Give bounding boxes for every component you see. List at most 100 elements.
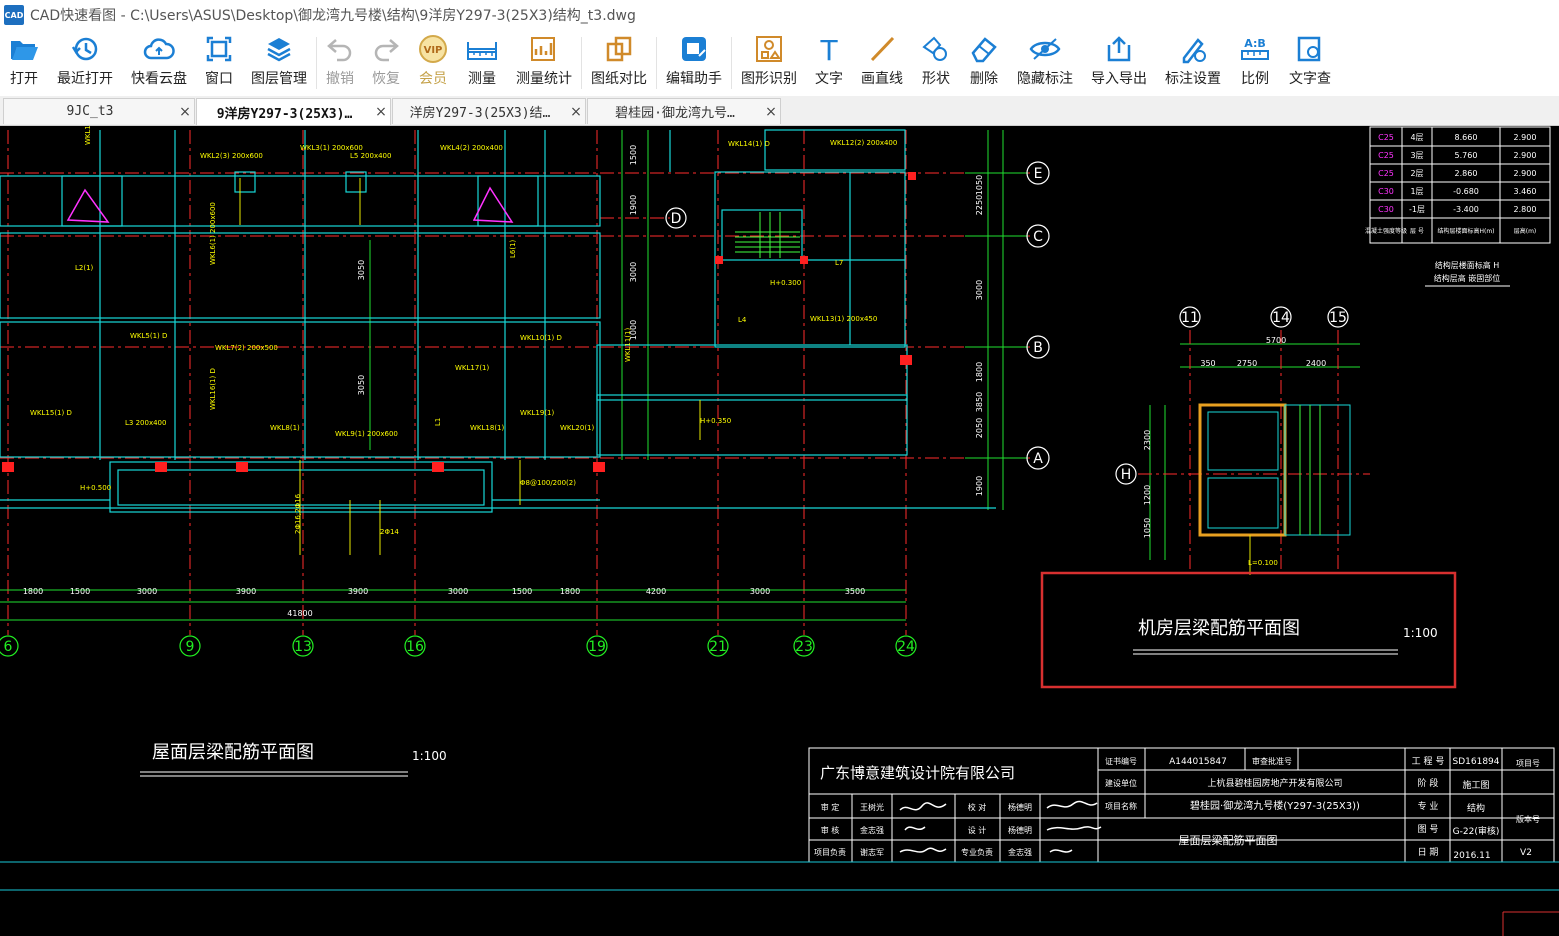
edit-assistant-icon bbox=[682, 37, 706, 61]
redo-label: 恢复 bbox=[372, 71, 400, 87]
axis-bubble-label: 19 bbox=[588, 639, 606, 655]
level-table-cell: 2.860 bbox=[1455, 169, 1478, 178]
beam-label: WKL20(1) bbox=[560, 424, 595, 432]
eraser-icon bbox=[971, 37, 997, 63]
dimension-text: 1050 bbox=[975, 175, 984, 195]
text-tool-button[interactable]: T 文字 bbox=[806, 30, 852, 96]
beam-label: H+0.350 bbox=[700, 417, 731, 425]
shape-recognize-button[interactable]: 图形识别 bbox=[732, 30, 806, 96]
shape-recognize-label: 图形识别 bbox=[741, 71, 797, 87]
beam-label: L6(1) bbox=[509, 239, 517, 258]
beam-label: WKL9(1) 200x600 bbox=[335, 430, 398, 438]
title-block-role: 谢志军 bbox=[860, 847, 884, 857]
layer-manage-label: 图层管理 bbox=[251, 71, 307, 87]
tab-9yangfang[interactable]: 9洋房Y297-3(25X3)… × bbox=[196, 98, 391, 125]
beam-label: L5 200x400 bbox=[350, 152, 391, 160]
dimension-text: 1500 bbox=[512, 587, 532, 596]
axis-bubble-label: A bbox=[1033, 451, 1043, 467]
title-block-label: 图 号 bbox=[1418, 824, 1439, 835]
recent-open-button[interactable]: 最近打开 bbox=[48, 30, 122, 96]
layer-manage-button[interactable]: 图层管理 bbox=[242, 30, 316, 96]
measure-button[interactable]: 测量 bbox=[457, 30, 507, 96]
title-block-label: 阶 段 bbox=[1418, 777, 1439, 789]
measure-label: 测量 bbox=[468, 71, 496, 87]
beam-label: WKL6(1) 200x600 bbox=[209, 202, 217, 265]
shape-tool-label: 形状 bbox=[922, 71, 950, 87]
title-block-role: 专业负责 bbox=[961, 847, 993, 857]
close-icon[interactable]: × bbox=[176, 104, 194, 120]
text-search-button[interactable]: 文字查 bbox=[1280, 30, 1340, 96]
sheet-corner-mark bbox=[1502, 911, 1559, 936]
title-block-value: A144015847 bbox=[1169, 757, 1227, 767]
window-title: CAD快速看图 - C:\Users\ASUS\Desktop\御龙湾九号楼\结… bbox=[30, 8, 636, 24]
text-icon: T bbox=[819, 34, 838, 64]
import-export-button[interactable]: 导入导出 bbox=[1082, 30, 1156, 96]
tab-9jc[interactable]: 9JC_t3 × bbox=[3, 98, 195, 124]
beam-label: 2Φ16;2Φ16 bbox=[294, 493, 302, 534]
annotation-settings-button[interactable]: 标注设置 bbox=[1156, 30, 1230, 96]
scale-button[interactable]: A:B 比例 bbox=[1230, 30, 1280, 96]
edit-assistant-button[interactable]: 编辑助手 bbox=[657, 30, 731, 96]
scale-label: 比例 bbox=[1241, 71, 1269, 87]
shape-tool-button[interactable]: 形状 bbox=[912, 30, 960, 96]
cad-drawing: E C B A D 6 9 13 16 19 21 23 24 11 14 15 H 1800 1500 3000 39… bbox=[0, 126, 1559, 936]
beam-label: L2(1) bbox=[75, 264, 94, 272]
beam-label: WKL1(1) 200x500 bbox=[84, 126, 92, 145]
beam-label: WKL8(1) bbox=[270, 424, 300, 432]
axis-bubble-label: 24 bbox=[897, 639, 915, 655]
level-table-cell: 5.760 bbox=[1455, 151, 1478, 160]
dimension-text: 3050 bbox=[357, 375, 366, 395]
level-table-cell: C25 bbox=[1378, 151, 1394, 160]
open-button[interactable]: 打开 bbox=[0, 30, 48, 96]
measure-stats-button[interactable]: 测量统计 bbox=[507, 30, 581, 96]
drawing-compare-button[interactable]: 图纸对比 bbox=[582, 30, 656, 96]
tab-biguiyuan[interactable]: 碧桂园·御龙湾九号… × bbox=[587, 98, 781, 124]
text-tool-glyph: T bbox=[819, 34, 838, 64]
beam-label: H+0.500 bbox=[80, 484, 111, 492]
draw-line-button[interactable]: 画直线 bbox=[852, 30, 912, 96]
compare-icon bbox=[606, 36, 632, 62]
beam-label: Φ8@100/200(2) bbox=[520, 479, 576, 487]
hide-annotation-button[interactable]: 隐藏标注 bbox=[1008, 30, 1082, 96]
drawing-canvas[interactable]: E C B A D 6 9 13 16 19 21 23 24 11 14 15 H 1800 1500 3000 39… bbox=[0, 126, 1559, 936]
tab-yangfang[interactable]: 洋房Y297-3(25X3)结… × bbox=[392, 98, 586, 124]
dimension-text: 1050 bbox=[1143, 518, 1152, 538]
title-block-value: G-22(审核) bbox=[1453, 825, 1500, 837]
dimension-text: 4200 bbox=[646, 587, 666, 596]
close-icon[interactable]: × bbox=[567, 104, 585, 120]
dimension-text: 2750 bbox=[1237, 359, 1257, 368]
import-export-label: 导入导出 bbox=[1091, 71, 1147, 87]
vip-member-button[interactable]: VIP 会员 bbox=[409, 30, 457, 96]
title-block-label: 审查批准号 bbox=[1252, 756, 1292, 766]
tab-label: 9JC_t3 bbox=[66, 104, 114, 119]
window-titlebar: CAD CAD快速看图 - C:\Users\ASUS\Desktop\御龙湾九… bbox=[0, 0, 1559, 30]
dimension-text: 3050 bbox=[357, 260, 366, 280]
dimension-text: 2050 bbox=[975, 418, 984, 438]
axis-bubble-label: 6 bbox=[4, 639, 13, 655]
delete-button[interactable]: 删除 bbox=[960, 30, 1008, 96]
level-table-cell: C25 bbox=[1378, 133, 1394, 142]
axis-bubble-label: 16 bbox=[406, 639, 424, 655]
redo-button[interactable]: 恢复 bbox=[363, 30, 409, 96]
level-table-header: 层高(m) bbox=[1514, 227, 1537, 235]
level-table-note: 结构层高 嵌固部位 bbox=[1434, 273, 1501, 283]
close-icon[interactable]: × bbox=[762, 104, 780, 120]
undo-button[interactable]: 撤销 bbox=[317, 30, 363, 96]
beam-label: WKL3(1) 200x600 bbox=[300, 144, 363, 152]
level-table-cell: 3层 bbox=[1410, 151, 1423, 160]
open-label: 打开 bbox=[10, 71, 38, 87]
level-table-cell: 2.900 bbox=[1514, 133, 1537, 142]
close-icon[interactable]: × bbox=[372, 104, 390, 120]
level-table-cell: -3.400 bbox=[1453, 205, 1479, 214]
title-block-role: 审 定 bbox=[821, 802, 840, 812]
cloud-disk-button[interactable]: 快看云盘 bbox=[122, 30, 196, 96]
dimension-text: 1800 bbox=[23, 587, 43, 596]
window-button[interactable]: 窗口 bbox=[196, 30, 242, 96]
dimension-text: 1800 bbox=[560, 587, 580, 596]
dimension-text: 3000 bbox=[629, 262, 638, 282]
opening-markers bbox=[66, 186, 514, 223]
redo-icon bbox=[374, 39, 399, 62]
dimension-text: 1900 bbox=[629, 195, 638, 215]
axis-bubble-label: C bbox=[1033, 229, 1043, 245]
title-block-label: 日 期 bbox=[1418, 847, 1439, 858]
